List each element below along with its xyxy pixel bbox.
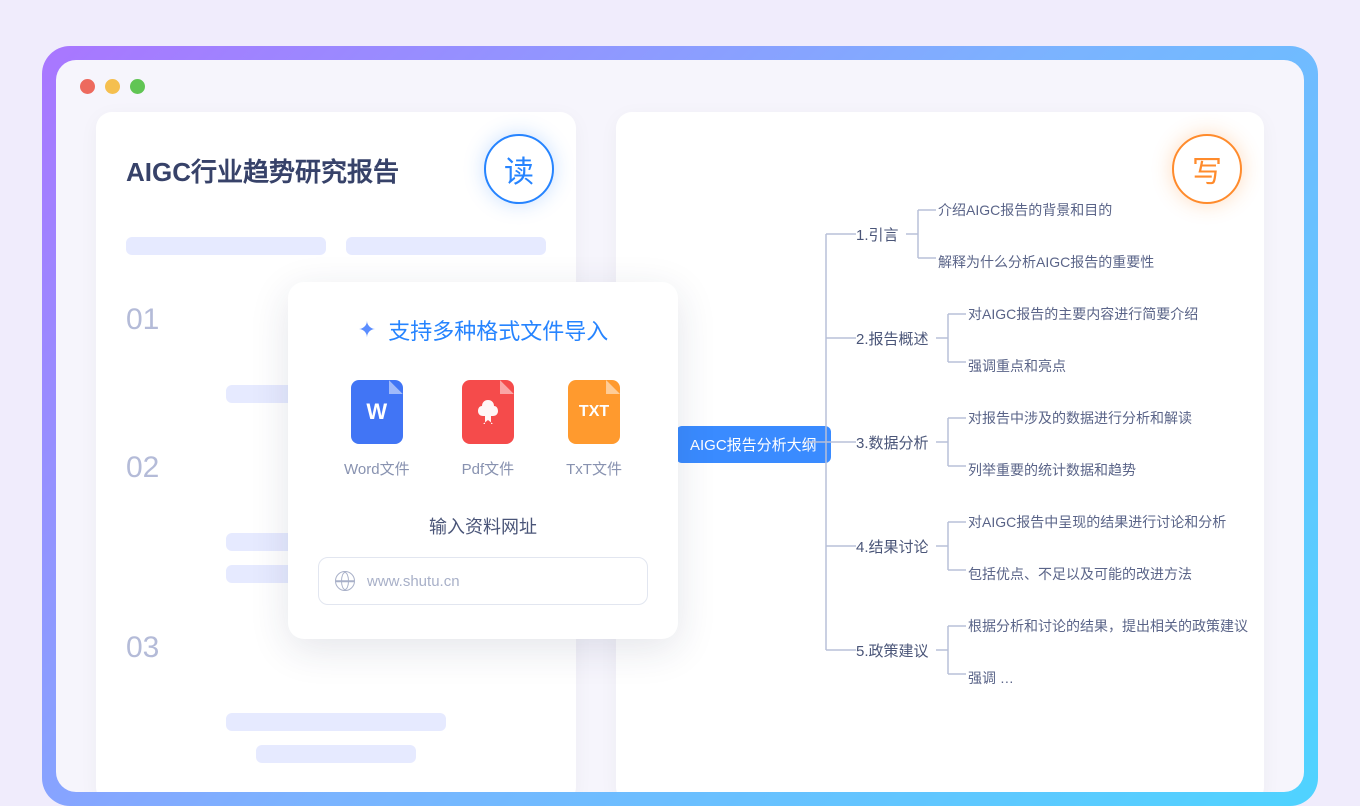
- placeholder-bar: [346, 237, 546, 255]
- mindmap[interactable]: AIGC报告分析大纲 1.引言介绍AIGC报告的背景和目的解释为什么分析AIGC…: [676, 172, 1224, 672]
- mindmap-leaf[interactable]: 对AIGC报告中呈现的结果进行讨论和分析: [968, 512, 1226, 532]
- url-section-title: 输入资料网址: [318, 513, 648, 539]
- url-input[interactable]: www.shutu.cn: [318, 557, 648, 605]
- write-panel: 写 AIGC报告分析大纲 1.引言介绍AIGC报告的背景和目的解释: [616, 112, 1264, 792]
- mindmap-branch[interactable]: 4.结果讨论: [856, 536, 929, 557]
- read-badge: 读: [484, 134, 554, 204]
- placeholder-bar: [226, 713, 446, 731]
- close-icon[interactable]: [80, 79, 95, 94]
- mindmap-branch[interactable]: 5.政策建议: [856, 640, 929, 661]
- placeholder-lines: [126, 713, 546, 763]
- mindmap-leaf[interactable]: 对AIGC报告的主要内容进行简要介绍: [968, 304, 1198, 324]
- file-type-txt[interactable]: TXT TxT文件: [566, 380, 622, 479]
- url-section: 输入资料网址 www.shutu.cn: [318, 513, 648, 605]
- mindmap-leaf[interactable]: 包括优点、不足以及可能的改进方法: [968, 564, 1192, 584]
- mindmap-leaf[interactable]: 解释为什么分析AIGC报告的重要性: [938, 252, 1154, 272]
- outer-gradient-frame: AIGC行业趋势研究报告 读 01 02: [42, 46, 1318, 806]
- sparkle-icon: ✦: [358, 317, 376, 343]
- file-label: TxT文件: [566, 458, 622, 479]
- content-area: AIGC行业趋势研究报告 读 01 02: [56, 112, 1304, 792]
- mindmap-leaf[interactable]: 列举重要的统计数据和趋势: [968, 460, 1136, 480]
- minimize-icon[interactable]: [105, 79, 120, 94]
- file-label: Word文件: [344, 458, 410, 479]
- placeholder-bar: [126, 237, 326, 255]
- placeholder-bar: [256, 745, 416, 763]
- mindmap-leaf[interactable]: 强调重点和亮点: [968, 356, 1066, 376]
- document-title: AIGC行业趋势研究报告: [126, 152, 546, 189]
- mindmap-leaf[interactable]: 介绍AIGC报告的背景和目的: [938, 200, 1112, 220]
- pdf-file-icon: [462, 380, 514, 444]
- word-file-icon: W: [351, 380, 403, 444]
- window-titlebar: [56, 60, 1304, 112]
- mindmap-leaf[interactable]: 根据分析和讨论的结果，提出相关的政策建议: [968, 616, 1248, 636]
- mindmap-branch[interactable]: 3.数据分析: [856, 432, 929, 453]
- file-type-pdf[interactable]: Pdf文件: [462, 380, 515, 479]
- txt-file-icon: TXT: [568, 380, 620, 444]
- file-label: Pdf文件: [462, 458, 515, 479]
- mindmap-leaf[interactable]: 强调 …: [968, 668, 1014, 688]
- browser-window: AIGC行业趋势研究报告 读 01 02: [56, 60, 1304, 792]
- globe-icon: [335, 571, 355, 591]
- mindmap-branch[interactable]: 1.引言: [856, 224, 899, 245]
- import-title: ✦ 支持多种格式文件导入: [318, 314, 648, 346]
- file-types-row: W Word文件 Pdf文件 TXT TxT文件: [318, 380, 648, 479]
- file-type-word[interactable]: W Word文件: [344, 380, 410, 479]
- placeholder-row: [126, 237, 546, 255]
- mindmap-leaf[interactable]: 对报告中涉及的数据进行分析和解读: [968, 408, 1192, 428]
- import-popup: ✦ 支持多种格式文件导入 W Word文件 Pdf文件 TXT TxT文件 输入…: [288, 282, 678, 639]
- mindmap-branch[interactable]: 2.报告概述: [856, 328, 929, 349]
- import-title-text: 支持多种格式文件导入: [388, 314, 608, 346]
- maximize-icon[interactable]: [130, 79, 145, 94]
- url-placeholder: www.shutu.cn: [367, 573, 460, 590]
